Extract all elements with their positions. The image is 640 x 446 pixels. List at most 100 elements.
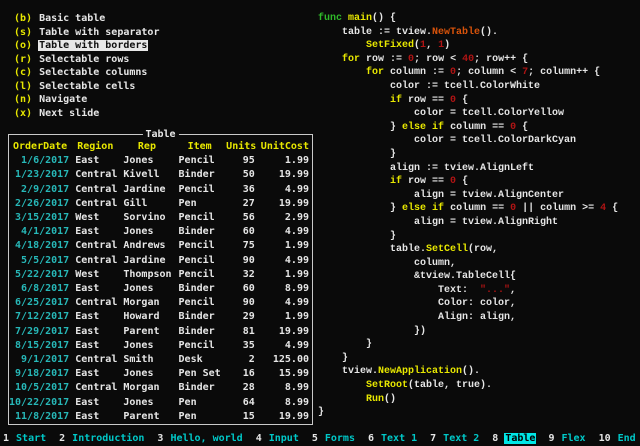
slide-number: 7 <box>430 433 436 444</box>
slide-menu: (b)Basic table(s)Table with separator(o)… <box>14 12 160 120</box>
slide-tab-table[interactable]: 8Table <box>492 433 536 444</box>
slide-label: Introduction <box>71 433 145 444</box>
code-token: if <box>432 122 444 133</box>
code-token: color = tcell.ColorDarkCyan <box>318 135 576 146</box>
code-token: NewApplication <box>378 366 462 377</box>
shortcut-key: (r) <box>14 54 32 65</box>
menu-item-table-with-separator[interactable]: (s)Table with separator <box>14 26 160 40</box>
table-cell: 15 <box>225 410 258 424</box>
table-cell: 2/26/2017 <box>9 197 71 211</box>
code-token: , <box>510 285 516 296</box>
code-line: &tview.TableCell{ <box>318 270 618 284</box>
table-cell: East <box>71 154 119 168</box>
table-cell: 35 <box>225 339 258 353</box>
table-cell: Jones <box>119 339 174 353</box>
menu-item-label: Next slide <box>38 108 100 119</box>
menu-item-table-with-borders[interactable]: (o)Table with borders <box>14 39 160 53</box>
code-token: (row, <box>468 244 498 255</box>
code-token: align = tview.AlignRight <box>318 217 558 228</box>
menu-item-selectable-rows[interactable]: (r)Selectable rows <box>14 53 160 67</box>
code-token: } <box>318 203 402 214</box>
table-cell: Binder <box>175 381 225 395</box>
table-cell: Pen <box>175 396 225 410</box>
table-row: 9/1/2017CentralSmithDesk2125.00 <box>9 353 312 367</box>
table-cell: 90 <box>225 254 258 268</box>
code-token: , <box>426 40 438 51</box>
menu-item-selectable-columns[interactable]: (c)Selectable columns <box>14 66 160 80</box>
code-line: align := tview.AlignLeft <box>318 162 618 176</box>
table-row: 9/18/2017EastJonesPen Set1615.99 <box>9 367 312 381</box>
table-cell: 6/25/2017 <box>9 296 71 310</box>
code-line: color := tcell.ColorWhite <box>318 80 618 94</box>
code-token: { <box>456 95 468 106</box>
column-header-rep: Rep <box>119 140 174 154</box>
slide-tab-forms[interactable]: 5Forms <box>312 433 356 444</box>
code-line: if row == 0 { <box>318 94 618 108</box>
slide-tab-start[interactable]: 1Start <box>3 433 47 444</box>
table-cell: Andrews <box>119 239 174 253</box>
table-cell: 2/9/2017 <box>9 183 71 197</box>
menu-item-selectable-cells[interactable]: (l)Selectable cells <box>14 80 160 94</box>
code-token: row := <box>360 54 408 65</box>
code-token: ; column < <box>456 67 522 78</box>
table-cell: Jones <box>119 225 174 239</box>
slide-tab-end[interactable]: 10End <box>599 433 637 444</box>
slide-tab-hello-world[interactable]: 3Hello, world <box>157 433 243 444</box>
table-cell: 8.99 <box>258 282 312 296</box>
code-token: ; row++ { <box>474 54 528 65</box>
table-cell: 36 <box>225 183 258 197</box>
table-row: 10/22/2017EastJonesPen648.99 <box>9 396 312 410</box>
slide-number: 10 <box>599 433 611 444</box>
slide-tab-flex[interactable]: 9Flex <box>548 433 586 444</box>
code-token: "..." <box>480 285 510 296</box>
slide-tab-input[interactable]: 4Input <box>256 433 300 444</box>
table-cell: East <box>71 367 119 381</box>
menu-item-next-slide[interactable]: (x)Next slide <box>14 107 160 121</box>
code-line: for row := 0; row < 40; row++ { <box>318 53 618 67</box>
code-token: ; row < <box>414 54 462 65</box>
column-header-orderdate: OrderDate <box>9 140 71 154</box>
table-cell: 29 <box>225 310 258 324</box>
slide-label: Text 1 <box>380 433 418 444</box>
table-cell: 75 <box>225 239 258 253</box>
table-cell: Binder <box>175 168 225 182</box>
code-token: { <box>456 176 468 187</box>
table-row: 4/18/2017CentralAndrewsPencil751.99 <box>9 239 312 253</box>
code-token: if <box>390 176 402 187</box>
table-row: 8/15/2017EastJonesPencil354.99 <box>9 339 312 353</box>
table-cell: Jones <box>119 282 174 296</box>
menu-item-navigate[interactable]: (n)Navigate <box>14 93 160 107</box>
code-token: func <box>318 13 342 24</box>
table-cell: 2.99 <box>258 211 312 225</box>
code-line: }) <box>318 325 618 339</box>
table-cell: 2 <box>225 353 258 367</box>
table-cell: East <box>71 325 119 339</box>
table-cell: 4.99 <box>258 339 312 353</box>
slide-number: 3 <box>157 433 163 444</box>
table-cell: Pencil <box>175 339 225 353</box>
slide-tab-text-2[interactable]: 7Text 2 <box>430 433 480 444</box>
table-cell: 60 <box>225 225 258 239</box>
code-token: if <box>390 95 402 106</box>
code-token: color := tcell.ColorWhite <box>318 81 540 92</box>
table-cell: Pencil <box>175 268 225 282</box>
table-cell: Pen Set <box>175 367 225 381</box>
slide-label: Start <box>15 433 47 444</box>
code-line: } <box>318 352 618 366</box>
code-token: column == <box>444 203 510 214</box>
code-token <box>318 394 366 405</box>
table-cell: Jones <box>119 367 174 381</box>
table-row: 2/9/2017CentralJardinePencil364.99 <box>9 183 312 197</box>
code-token: align = tview.AlignCenter <box>318 190 564 201</box>
table-cell: 1/6/2017 <box>9 154 71 168</box>
table-cell: Morgan <box>119 381 174 395</box>
code-token: table. <box>318 244 426 255</box>
slide-tab-text-1[interactable]: 6Text 1 <box>368 433 418 444</box>
slide-tab-introduction[interactable]: 2Introduction <box>59 433 145 444</box>
table-cell: East <box>71 396 119 410</box>
table-cell: 10/5/2017 <box>9 381 71 395</box>
table-cell: Pen <box>175 410 225 424</box>
table-cell: 7/12/2017 <box>9 310 71 324</box>
menu-item-basic-table[interactable]: (b)Basic table <box>14 12 160 26</box>
table-row: 5/5/2017CentralJardinePencil904.99 <box>9 254 312 268</box>
